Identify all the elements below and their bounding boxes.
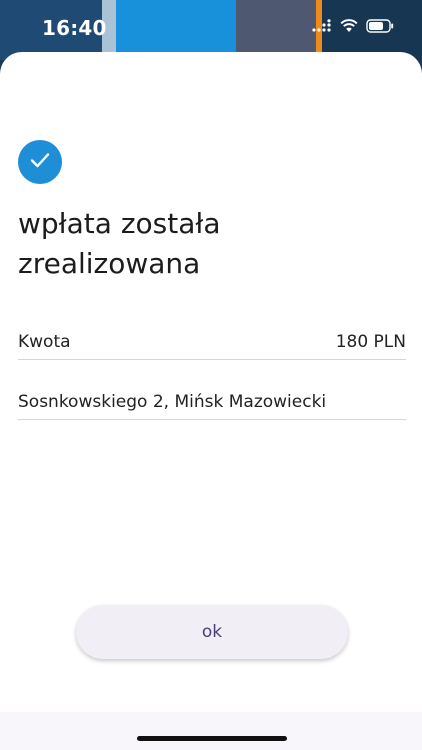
- status-time: 16:40: [42, 16, 107, 40]
- wifi-icon: [340, 18, 358, 37]
- page-title: wpłata została zrealizowana: [18, 207, 221, 280]
- amount-row: Kwota 180 PLN: [18, 324, 406, 360]
- bottom-safe-area: [0, 712, 422, 750]
- address-row: Sosnkowskiego 2, Mińsk Mazowiecki: [18, 384, 406, 420]
- home-indicator[interactable]: [137, 736, 287, 741]
- address-text: Sosnkowskiego 2, Mińsk Mazowiecki: [18, 391, 327, 412]
- status-icons: [312, 18, 394, 37]
- checkmark-icon: [29, 151, 51, 173]
- cellular-signal-icon: [312, 18, 332, 37]
- success-badge: [18, 140, 62, 184]
- ok-button[interactable]: ok: [76, 605, 348, 659]
- amount-label: Kwota: [18, 331, 71, 352]
- amount-value: 180 PLN: [335, 331, 406, 352]
- battery-icon: [366, 18, 394, 37]
- confirmation-sheet: wpłata została zrealizowana Kwota 180 PL…: [0, 52, 422, 750]
- status-bar: 16:40: [0, 0, 422, 56]
